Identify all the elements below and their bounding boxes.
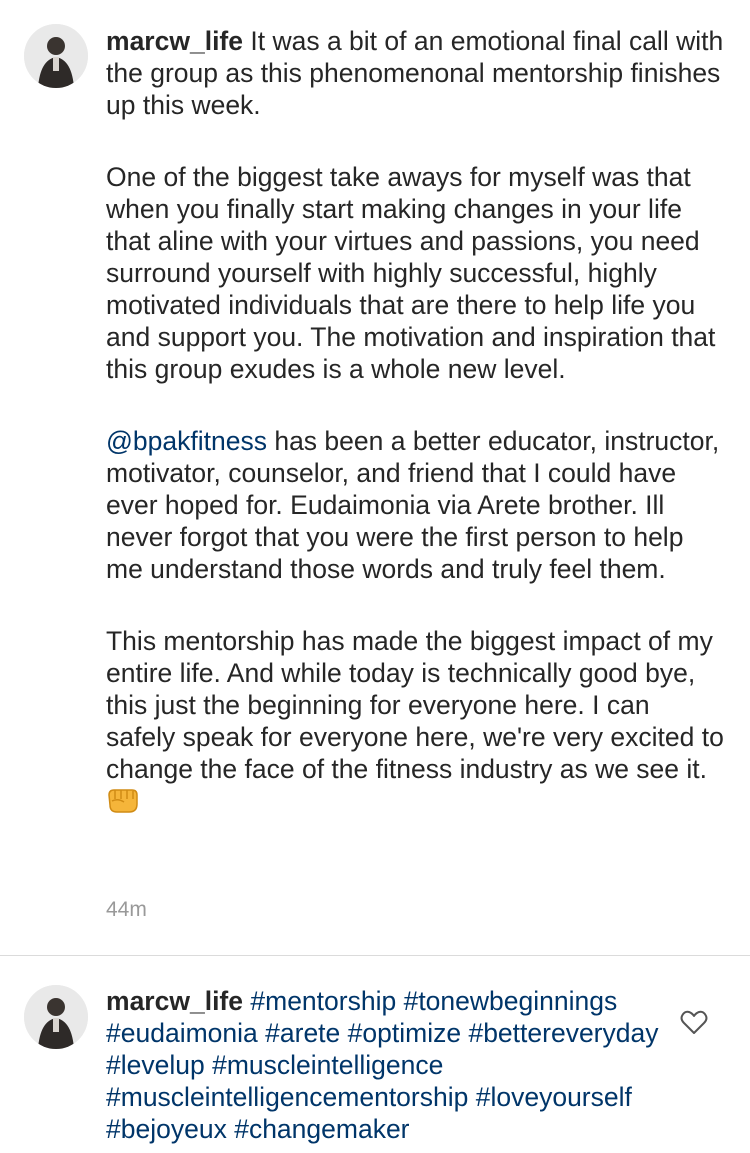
hashtag-link[interactable]: #tonewbeginnings xyxy=(404,986,618,1016)
hashtag-link[interactable]: #loveyourself xyxy=(476,1082,632,1112)
mention-link[interactable]: @bpakfitness xyxy=(106,426,267,456)
comment-paragraph: @bpakfitness has been a better educator,… xyxy=(106,425,726,585)
comment-body: marcw_life It was a bit of an emotional … xyxy=(106,25,726,821)
avatar-photo xyxy=(24,985,88,1049)
comment-paragraph: marcw_life #mentorship #tonewbeginnings … xyxy=(106,985,666,1145)
comment-body: marcw_life #mentorship #tonewbeginnings … xyxy=(106,985,666,1145)
comment-paragraph: This mentorship has made the biggest imp… xyxy=(106,625,726,821)
hashtag-link[interactable]: #mentorship xyxy=(250,986,396,1016)
divider xyxy=(0,955,750,956)
comment-paragraph: One of the biggest take aways for myself… xyxy=(106,162,723,384)
fist-bump-icon xyxy=(106,786,140,821)
comment-paragraph: marcw_life It was a bit of an emotional … xyxy=(106,25,726,121)
hashtag-link[interactable]: #arete xyxy=(265,1018,340,1048)
hashtag-link[interactable]: #changemaker xyxy=(234,1114,409,1144)
hashtag-link[interactable]: #muscleintelligencementorship xyxy=(106,1082,468,1112)
hashtag-link[interactable]: #muscleintelligence xyxy=(212,1050,443,1080)
heart-outline-icon[interactable] xyxy=(680,1009,708,1035)
hashtag-link[interactable]: #bettereveryday xyxy=(468,1018,658,1048)
avatar[interactable] xyxy=(24,985,88,1049)
comment-username[interactable]: marcw_life xyxy=(106,986,243,1016)
avatar-photo xyxy=(24,24,88,88)
hashtag-link[interactable]: #bejoyeux xyxy=(106,1114,227,1144)
avatar[interactable] xyxy=(24,24,88,88)
comment-username[interactable]: marcw_life xyxy=(106,26,243,56)
hashtag-link[interactable]: #levelup xyxy=(106,1050,205,1080)
hashtag-link[interactable]: #optimize xyxy=(348,1018,461,1048)
hashtag-link[interactable]: #eudaimonia xyxy=(106,1018,258,1048)
comment-text-segment: This mentorship has made the biggest imp… xyxy=(106,626,732,784)
comment-timestamp: 44m xyxy=(106,898,147,921)
